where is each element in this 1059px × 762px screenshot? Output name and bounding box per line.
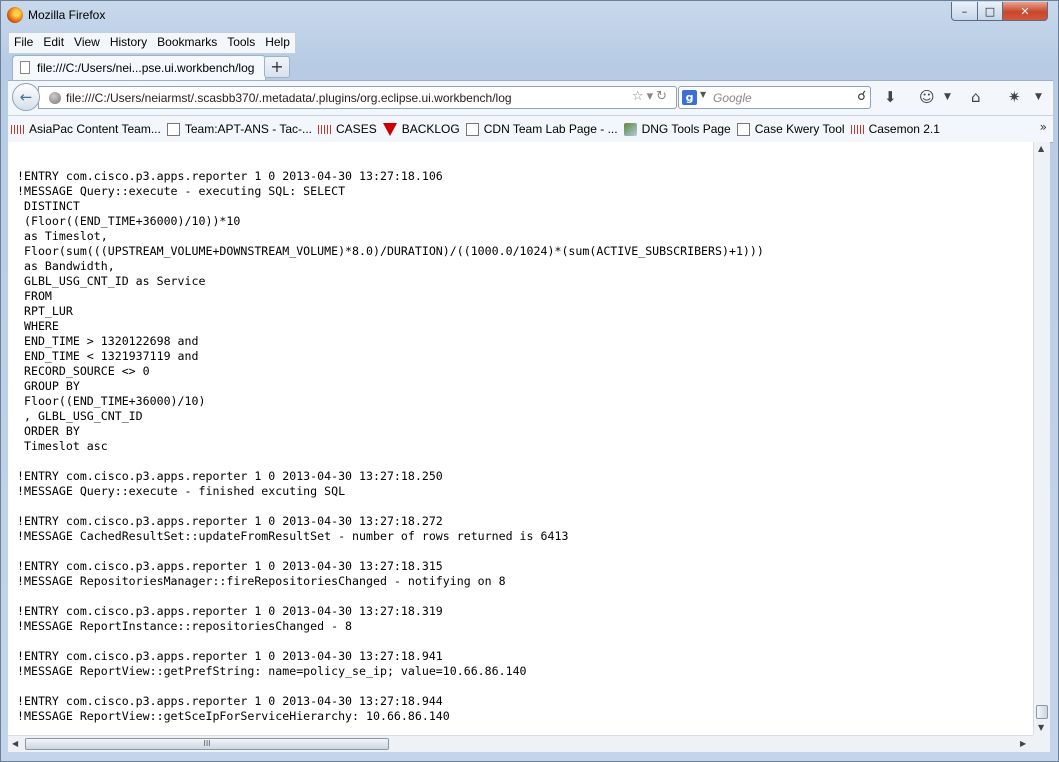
scroll-right-arrow-icon[interactable]: ▶ <box>1020 739 1026 748</box>
bookmark-star-reload-icon[interactable]: ☆▾↻ <box>632 89 670 104</box>
maximize-button[interactable]: □ <box>977 2 1003 21</box>
navigation-bar: file:///C:/Users/neiarmst/.scasbb370/.me… <box>8 80 1053 115</box>
back-button[interactable]: ← <box>12 83 40 111</box>
tab-strip: file:///C:/Users/nei...pse.ui.workbench/… <box>8 54 1053 80</box>
vertical-scroll-thumb[interactable] <box>1036 705 1048 719</box>
chevron-down-icon[interactable]: ▼ <box>1035 92 1042 102</box>
page-icon <box>166 122 180 136</box>
scroll-left-arrow-icon[interactable]: ◀ <box>12 739 18 748</box>
new-tab-button[interactable]: + <box>264 56 290 78</box>
tab-title: file:///C:/Users/nei...pse.ui.workbench/… <box>37 61 255 75</box>
bookmark-item[interactable]: Case Kwery Tool <box>736 122 845 136</box>
bookmark-item[interactable]: Team:APT-ANS - Tac-... <box>166 122 312 136</box>
home-icon[interactable]: ⌂ <box>971 88 981 106</box>
bookmarks-overflow-button[interactable]: » <box>1040 120 1047 134</box>
download-icon[interactable]: ⬇ <box>884 88 897 106</box>
title-bar: Mozilla Firefox – □ ✕ <box>1 1 1058 31</box>
site-identity-icon[interactable] <box>49 92 61 104</box>
close-button[interactable]: ✕ <box>1002 2 1048 21</box>
bookmark-item[interactable]: AsiaPac Content Team... <box>11 122 161 136</box>
window-title: Mozilla Firefox <box>28 8 106 22</box>
menu-help[interactable]: Help <box>260 33 295 53</box>
backlog-flag-icon <box>382 122 397 136</box>
vertical-scrollbar[interactable]: ▲ ▼ <box>1033 142 1050 735</box>
menu-history[interactable]: History <box>105 33 152 53</box>
browser-window: Mozilla Firefox – □ ✕ File Edit View His… <box>0 0 1059 762</box>
addon-icon[interactable]: ☺ <box>919 88 935 106</box>
menu-bar: File Edit View History Bookmarks Tools H… <box>8 32 296 54</box>
menu-file[interactable]: File <box>9 33 38 53</box>
page-icon <box>20 61 30 74</box>
search-bar[interactable]: g ▼ Google ☌ <box>678 86 871 109</box>
chevron-down-icon[interactable]: ▼ <box>700 90 706 99</box>
url-bar[interactable]: file:///C:/Users/neiarmst/.scasbb370/.me… <box>38 86 677 109</box>
bug-icon[interactable]: ✷ <box>1008 88 1021 106</box>
log-text: !ENTRY com.cisco.p3.apps.reporter 1 0 20… <box>17 169 764 723</box>
menu-tools[interactable]: Tools <box>222 33 260 53</box>
menu-view[interactable]: View <box>69 33 105 53</box>
page-icon <box>465 122 479 136</box>
menu-edit[interactable]: Edit <box>38 33 69 53</box>
url-text[interactable]: file:///C:/Users/neiarmst/.scasbb370/.me… <box>66 91 512 105</box>
scrollbar-corner <box>1033 735 1050 752</box>
firefox-logo-icon <box>7 7 23 23</box>
tools-icon <box>623 122 637 136</box>
horizontal-scroll-thumb[interactable]: III <box>25 738 389 750</box>
menu-bookmarks[interactable]: Bookmarks <box>152 33 222 53</box>
page-icon <box>736 122 750 136</box>
bookmarks-bar: AsiaPac Content Team... Team:APT-ANS - T… <box>8 115 1053 143</box>
page-content: !ENTRY com.cisco.p3.apps.reporter 1 0 20… <box>8 142 1033 735</box>
bookmark-item[interactable]: DNG Tools Page <box>623 122 731 136</box>
horizontal-scrollbar[interactable]: ◀ III ▶ <box>8 735 1033 752</box>
cisco-icon <box>11 124 24 134</box>
scroll-down-arrow-icon[interactable]: ▼ <box>1038 723 1044 732</box>
bookmark-item[interactable]: CDN Team Lab Page - ... <box>465 122 618 136</box>
cisco-icon <box>850 124 864 134</box>
search-icon[interactable]: ☌ <box>857 89 866 104</box>
bookmark-item[interactable]: Casemon 2.1 <box>850 122 940 136</box>
search-input[interactable]: Google <box>713 91 752 105</box>
google-search-engine-icon[interactable]: g <box>682 90 697 105</box>
scroll-up-arrow-icon[interactable]: ▲ <box>1038 144 1044 153</box>
chevron-down-icon[interactable]: ▼ <box>944 92 951 102</box>
cisco-icon <box>318 124 332 134</box>
bookmark-item[interactable]: CASES <box>318 122 377 136</box>
minimize-button[interactable]: – <box>951 2 978 21</box>
bookmark-item[interactable]: BACKLOG <box>382 122 460 136</box>
tab-log[interactable]: file:///C:/Users/nei...pse.ui.workbench/… <box>12 55 266 80</box>
